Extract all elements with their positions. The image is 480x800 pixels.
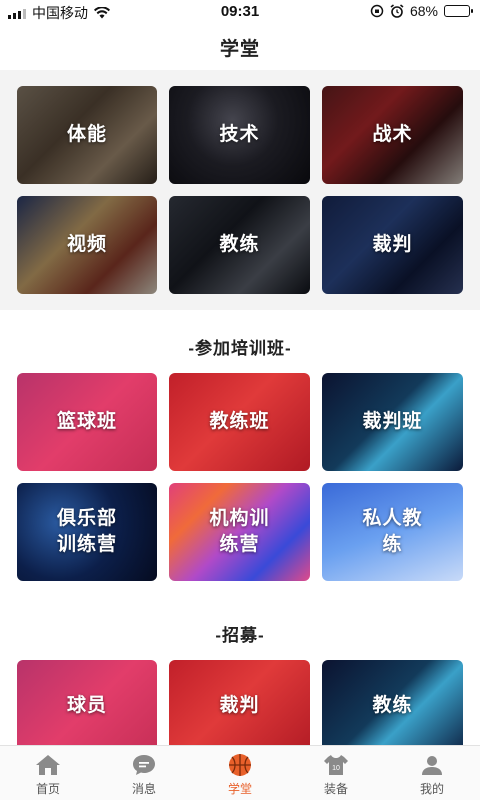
battery-percent: 68% xyxy=(409,3,438,19)
home-icon xyxy=(35,753,61,777)
training-card-private-coach[interactable]: 私人教 练 xyxy=(322,483,463,581)
tab-label: 学堂 xyxy=(227,782,252,796)
training-card-basketball-class[interactable]: 篮球班 xyxy=(17,373,157,471)
tab-label: 装备 xyxy=(323,782,348,796)
recruit-label: 教练 xyxy=(372,695,413,716)
tab-home[interactable]: 首页 xyxy=(0,746,96,800)
tab-equipment[interactable]: 10 装备 xyxy=(288,746,384,800)
recruit-section-title: -招募- xyxy=(215,626,265,645)
training-label: 俱乐部 训练营 xyxy=(57,506,117,558)
message-icon xyxy=(131,753,157,777)
category-card-video[interactable]: 视频 xyxy=(17,196,157,294)
training-label: 裁判班 xyxy=(362,411,423,432)
alarm-icon xyxy=(390,4,404,18)
category-label: 视频 xyxy=(66,234,107,255)
training-label: 教练班 xyxy=(209,411,270,432)
tab-label: 我的 xyxy=(419,782,444,796)
status-right: 68% xyxy=(370,3,473,19)
tab-label: 首页 xyxy=(35,782,60,796)
status-bar: 中国移动 09:31 68% xyxy=(0,0,480,24)
category-card-technique[interactable]: 技术 xyxy=(169,86,310,184)
basketball-icon xyxy=(227,753,253,777)
training-card-club-camp[interactable]: 俱乐部 训练营 xyxy=(17,483,157,581)
category-card-coach[interactable]: 教练 xyxy=(169,196,310,294)
tab-label: 消息 xyxy=(131,782,156,796)
category-card-tactics[interactable]: 战术 xyxy=(322,86,463,184)
training-card-coach-class[interactable]: 教练班 xyxy=(169,373,310,471)
training-label-line: 训练营 xyxy=(56,534,117,555)
category-card-referee[interactable]: 裁判 xyxy=(322,196,463,294)
tab-academy[interactable]: 学堂 xyxy=(192,746,288,800)
recruit-label: 裁判 xyxy=(219,695,260,716)
recruit-label: 球员 xyxy=(66,695,107,716)
category-card-fitness[interactable]: 体能 xyxy=(17,86,157,184)
battery-icon xyxy=(444,5,473,17)
category-label: 裁判 xyxy=(372,234,413,255)
training-card-institution-camp[interactable]: 机构训 练营 xyxy=(169,483,310,581)
training-card-referee-class[interactable]: 裁判班 xyxy=(322,373,463,471)
category-label: 体能 xyxy=(66,124,107,145)
training-grid: 篮球班 教练班 裁判班 俱乐部 训练营 机构训 练营 私人教 练 xyxy=(17,373,463,581)
profile-icon xyxy=(419,753,445,777)
category-label: 战术 xyxy=(372,124,413,145)
nav-header: 学堂 xyxy=(0,24,480,70)
training-label-line: 练 xyxy=(382,534,403,555)
training-section-title: -参加培训班- xyxy=(188,339,292,358)
training-label: 篮球班 xyxy=(56,411,117,432)
equipment-icon: 10 xyxy=(323,753,349,777)
orientation-lock-icon xyxy=(370,4,384,18)
training-label-line: 练营 xyxy=(219,534,260,555)
training-label: 机构训 练营 xyxy=(209,506,269,558)
page-title: 学堂 xyxy=(219,38,260,60)
training-label: 私人教 练 xyxy=(362,506,422,558)
tab-messages[interactable]: 消息 xyxy=(96,746,192,800)
training-label-line: 俱乐部 xyxy=(56,508,117,529)
category-label: 教练 xyxy=(219,234,260,255)
tab-profile[interactable]: 我的 xyxy=(384,746,480,800)
category-grid: 体能 技术 战术 视频 教练 裁判 xyxy=(17,86,463,294)
tab-bar: 首页 消息 学堂 10 装备 我的 xyxy=(0,745,480,800)
training-label-line: 机构训 xyxy=(209,508,270,529)
training-label-line: 私人教 xyxy=(362,508,423,529)
category-label: 技术 xyxy=(219,124,260,145)
svg-text:10: 10 xyxy=(332,765,340,772)
